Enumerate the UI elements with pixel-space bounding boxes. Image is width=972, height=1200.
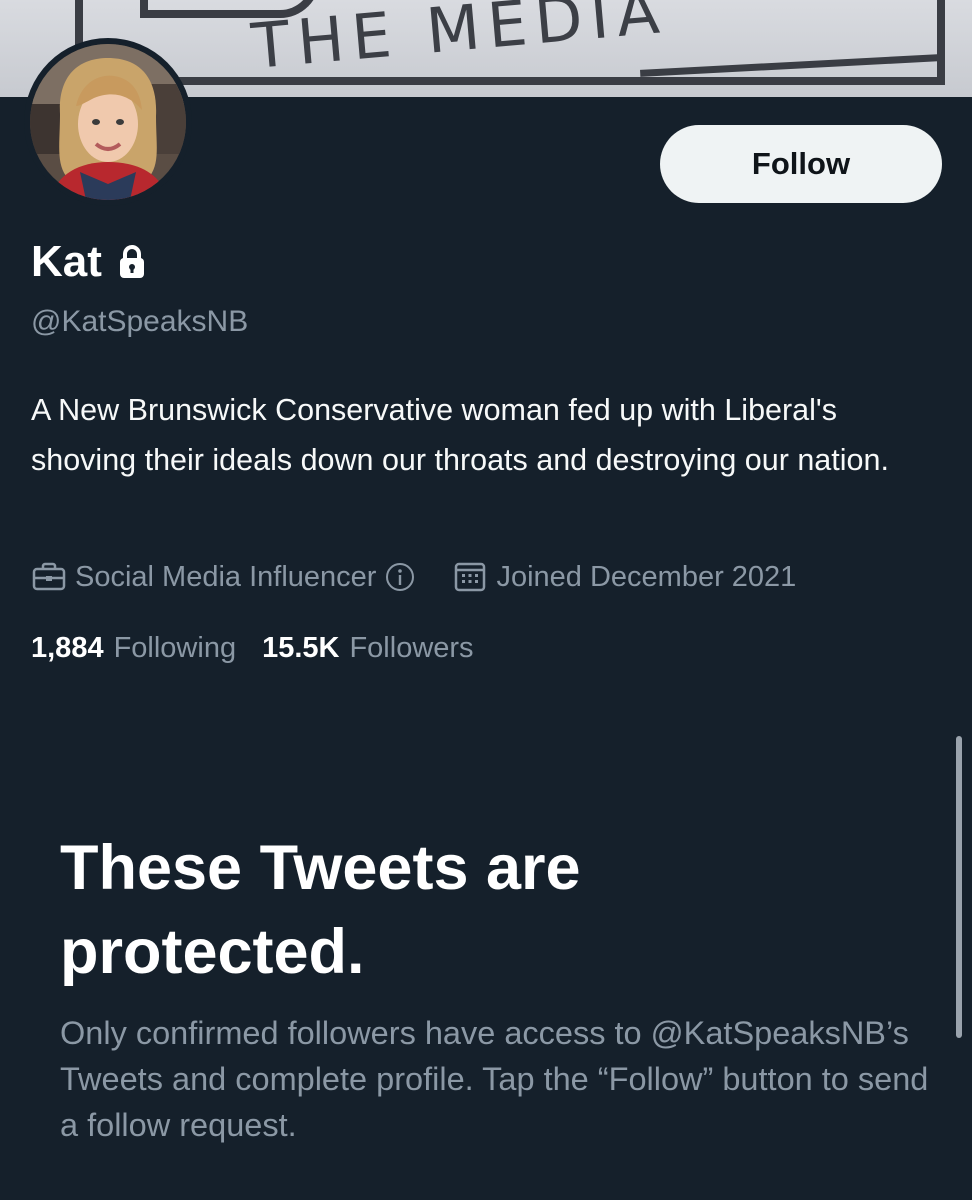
- followers-count: 15.5K: [262, 631, 340, 664]
- profile-joined-label: Joined December 2021: [496, 560, 797, 593]
- scrollbar[interactable]: [956, 736, 962, 1038]
- protected-description: Only confirmed followers have access to …: [60, 1015, 929, 1143]
- profile-page: THE MEDIA Follow Kat @KatSpeaksNB A New …: [0, 0, 972, 1200]
- avatar-image: [30, 44, 186, 200]
- followers-stat[interactable]: 15.5K Followers: [262, 632, 473, 665]
- profile-bio: A New Brunswick Conservative woman fed u…: [31, 393, 889, 477]
- avatar[interactable]: [24, 38, 192, 206]
- profile-meta: Social Media Influencer Joined December …: [31, 555, 796, 599]
- avatar-photo: [30, 44, 186, 200]
- profile-category-label: Social Media Influencer: [75, 560, 377, 593]
- briefcase-icon: [32, 562, 66, 591]
- follow-button[interactable]: Follow: [660, 125, 942, 203]
- following-label: Following: [113, 631, 237, 664]
- lock-icon: [119, 245, 144, 278]
- profile-handle: @KatSpeaksNB: [31, 305, 249, 338]
- protected-title: These Tweets are protected.: [60, 833, 581, 987]
- info-icon[interactable]: [384, 561, 416, 593]
- profile-stats: 1,884 Following 15.5K Followers: [31, 626, 474, 670]
- following-stat[interactable]: 1,884 Following: [31, 632, 236, 665]
- calendar-icon: [455, 562, 486, 592]
- profile-category[interactable]: Social Media Influencer: [31, 561, 416, 594]
- following-count: 1,884: [31, 631, 104, 664]
- profile-joined: Joined December 2021: [452, 561, 796, 594]
- followers-label: Followers: [349, 631, 474, 664]
- profile-name: Kat: [31, 237, 102, 286]
- profile-name-row: Kat: [31, 232, 148, 292]
